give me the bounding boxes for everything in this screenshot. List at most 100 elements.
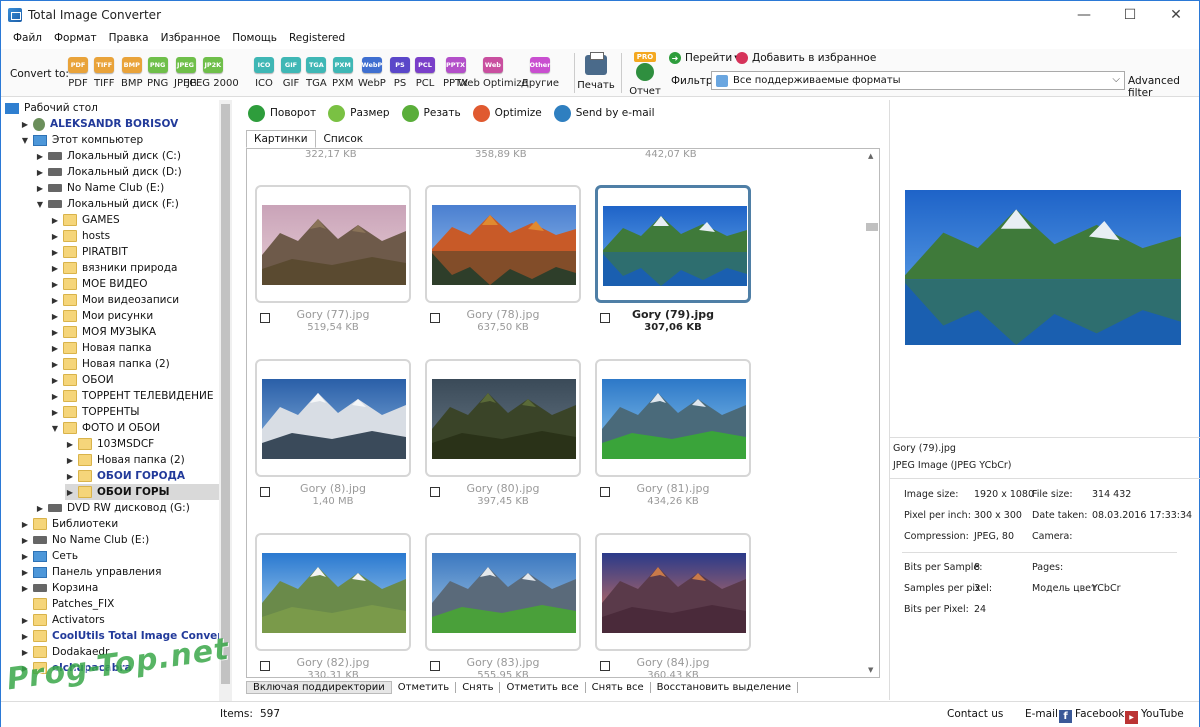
tab-thumbnails[interactable]: Картинки (246, 130, 316, 148)
tree-item[interactable]: ▶ hosts (50, 228, 110, 244)
chevron-right-icon[interactable]: ▶ (35, 152, 45, 161)
tree-item[interactable]: ▶ Мои видеозаписи (50, 292, 179, 308)
format-web-optimize-button[interactable]: Web Web Optimize (458, 57, 528, 89)
tree-scrollbar[interactable] (219, 100, 232, 701)
optimize-button[interactable]: Optimize (472, 104, 542, 122)
contact-link[interactable]: Contact us (947, 708, 1003, 720)
tree-item[interactable]: ▶ DVD RW дисковод (G:) (35, 500, 190, 516)
menu-item[interactable]: Помощь (226, 32, 283, 44)
chevron-right-icon[interactable]: ▶ (65, 456, 75, 465)
format-pdf-button[interactable]: PDF PDF (68, 57, 88, 89)
tree-item[interactable]: ▶ ТОРРЕНТЫ (50, 404, 140, 420)
tree-item[interactable]: ▶ Activators (20, 612, 105, 628)
thumbnail-frame[interactable] (255, 533, 411, 651)
chevron-right-icon[interactable]: ▶ (50, 248, 60, 257)
selection-action[interactable]: Отметить (392, 681, 457, 693)
tree-item[interactable]: ▼ ФОТО И ОБОИ (50, 420, 160, 436)
minimize-button[interactable]: — (1061, 1, 1107, 29)
resize-button[interactable]: Размер (328, 104, 390, 122)
selection-action[interactable]: Отметить все (500, 681, 586, 693)
tree-item[interactable]: ▶ ОБОИ ГОРОДА (65, 468, 185, 484)
tree-item[interactable]: ▼ Этот компьютер (20, 132, 143, 148)
tree-item[interactable]: ▶ GAMES (50, 212, 120, 228)
chevron-right-icon[interactable]: ▶ (20, 632, 30, 641)
chevron-right-icon[interactable]: ▶ (50, 232, 60, 241)
tree-item[interactable]: ▶ Новая папка (2) (65, 452, 185, 468)
format-bmp-button[interactable]: BMP BMP (121, 57, 143, 89)
format-tiff-button[interactable]: TIFF TIFF (94, 57, 115, 89)
tree-item[interactable]: ▶ МОЯ МУЗЫКА (50, 324, 156, 340)
chevron-right-icon[interactable]: ▶ (65, 472, 75, 481)
chevron-right-icon[interactable]: ▶ (20, 584, 30, 593)
chevron-down-icon[interactable]: ▼ (50, 424, 60, 433)
facebook-link[interactable]: f Facebook (1059, 708, 1124, 723)
advanced-filter-button[interactable]: Advanced filter (1128, 75, 1199, 99)
thumbnail-frame[interactable] (595, 185, 751, 303)
tree-item[interactable]: ▶ ОБОИ ГОРЫ (65, 484, 219, 500)
chevron-right-icon[interactable]: ▶ (50, 264, 60, 273)
chevron-right-icon[interactable]: ▶ (65, 488, 75, 497)
email-link[interactable]: E-mail (1025, 708, 1058, 720)
report-button[interactable]: PRO Отчет (627, 52, 663, 97)
chevron-right-icon[interactable]: ▶ (50, 360, 60, 369)
tree-item[interactable]: ▶ ALEKSANDR BORISOV (20, 116, 178, 132)
send-email-button[interactable]: Send by e-mail (553, 104, 655, 122)
tree-item[interactable]: ▶ Мои рисунки (50, 308, 153, 324)
format-webp-button[interactable]: WebP WebP (358, 57, 386, 89)
format-другие-button[interactable]: Other Другие (521, 57, 559, 89)
chevron-right-icon[interactable]: ▶ (50, 376, 60, 385)
chevron-right-icon[interactable]: ▶ (20, 536, 30, 545)
format-pcl-button[interactable]: PCL PCL (415, 57, 435, 89)
chevron-down-icon[interactable]: ▼ (35, 200, 45, 209)
chevron-right-icon[interactable]: ▶ (20, 616, 30, 625)
chevron-right-icon[interactable]: ▶ (20, 648, 30, 657)
thumbnail-frame[interactable] (595, 533, 751, 651)
menu-item[interactable]: Файл (7, 32, 48, 44)
chevron-right-icon[interactable]: ▶ (65, 440, 75, 449)
format-pxm-button[interactable]: PXM PXM (332, 57, 354, 89)
tree-item[interactable]: ▶ Библиотеки (20, 516, 118, 532)
thumbnail-frame[interactable] (425, 359, 581, 477)
tree-item[interactable]: ▶ Новая папка (50, 340, 152, 356)
thumbnail-frame[interactable] (255, 359, 411, 477)
chevron-right-icon[interactable]: ▶ (50, 312, 60, 321)
youtube-link[interactable]: ▶ YouTube (1125, 708, 1184, 724)
chevron-right-icon[interactable]: ▶ (50, 408, 60, 417)
chevron-right-icon[interactable]: ▶ (50, 344, 60, 353)
chevron-right-icon[interactable]: ▶ (50, 216, 60, 225)
format-ps-button[interactable]: PS PS (390, 57, 410, 89)
add-favorite-button[interactable]: Добавить в избранное (736, 52, 876, 64)
thumbnail-frame[interactable] (425, 185, 581, 303)
chevron-right-icon[interactable]: ▶ (35, 504, 45, 513)
scroll-up-icon[interactable]: ▲ (868, 152, 873, 160)
tree-item[interactable]: ▶ Корзина (20, 580, 98, 596)
rotate-button[interactable]: Поворот (248, 104, 316, 122)
crop-button[interactable]: Резать (401, 104, 461, 122)
tab-list[interactable]: Список (316, 130, 372, 148)
tree-item[interactable]: ▶ No Name Club (E:) (20, 532, 149, 548)
chevron-right-icon[interactable]: ▶ (35, 184, 45, 193)
menu-item[interactable]: Правка (103, 32, 155, 44)
scroll-down-icon[interactable]: ▼ (868, 666, 873, 674)
chevron-right-icon[interactable]: ▶ (50, 328, 60, 337)
selection-action[interactable]: Восстановить выделение (651, 681, 799, 693)
selection-action[interactable]: Снять (456, 681, 501, 693)
tree-item[interactable]: ▶ Локальный диск (C:) (35, 148, 181, 164)
tree-item[interactable]: ▶ PIRATBIT (50, 244, 128, 260)
tree-item[interactable]: Patches_FIX (20, 596, 114, 612)
selection-action[interactable]: Снять все (586, 681, 651, 693)
tree-item[interactable]: ▼ Локальный диск (F:) (35, 196, 179, 212)
chevron-right-icon[interactable]: ▶ (20, 568, 30, 577)
menu-item[interactable]: Формат (48, 32, 103, 44)
format-gif-button[interactable]: GIF GIF (281, 57, 301, 89)
maximize-button[interactable]: ☐ (1107, 1, 1153, 29)
tree-item[interactable]: ▶ No Name Club (E:) (35, 180, 164, 196)
goto-button[interactable]: ➜ Перейти▼ (669, 52, 740, 64)
scroll-thumb[interactable] (221, 104, 230, 684)
chevron-right-icon[interactable]: ▶ (35, 168, 45, 177)
scroll-thumb[interactable] (866, 223, 878, 231)
tree-item[interactable]: Рабочий стол (5, 100, 98, 116)
chevron-right-icon[interactable]: ▶ (20, 520, 30, 529)
tree-item[interactable]: ▶ ОБОИ (50, 372, 114, 388)
thumbnail-frame[interactable] (425, 533, 581, 651)
